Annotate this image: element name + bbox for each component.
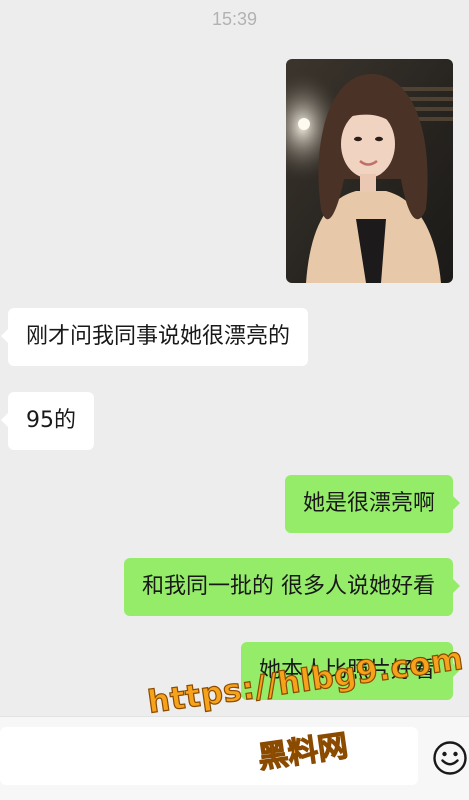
sent-message-bubble[interactable]: 和我同一批的 很多人说她好看 [124, 558, 460, 616]
message-timestamp: 15:39 [211, 9, 258, 29]
received-message-bubble[interactable]: 95的 [1, 392, 94, 450]
emoji-button[interactable] [432, 740, 468, 776]
sent-message-bubble[interactable]: 她是很漂亮啊 [284, 475, 461, 533]
message-text: 她是很漂亮啊 [302, 491, 435, 516]
photo-image [286, 59, 453, 283]
message-input-bar [0, 716, 469, 800]
received-message-bubble[interactable]: 刚才问我同事说她很漂亮的 [0, 308, 309, 366]
chat-screen: 15:39 刚才问我同事说她很漂亮的 95的 她是很漂亮啊 和我同一批的 很多人… [0, 0, 469, 800]
message-input[interactable] [0, 727, 418, 785]
message-text: 95的 [26, 408, 76, 433]
sent-photo[interactable] [286, 59, 453, 283]
message-text: 刚才问我同事说她很漂亮的 [26, 324, 291, 349]
smiley-face-icon [433, 741, 467, 775]
message-text: 和我同一批的 很多人说她好看 [142, 574, 435, 599]
